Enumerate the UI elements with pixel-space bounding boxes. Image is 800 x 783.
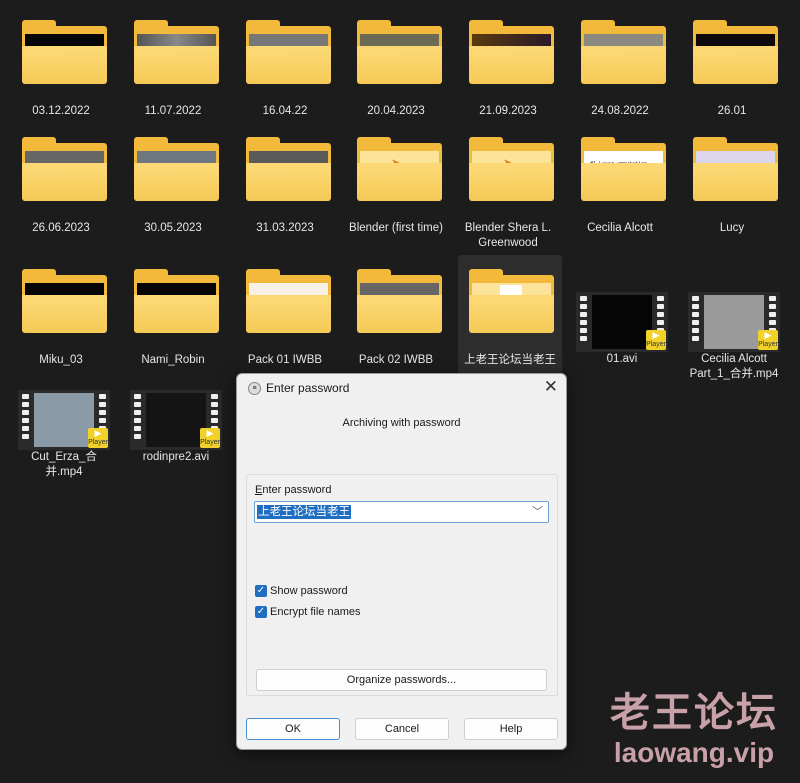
enter-password-dialog: ≡ Enter password ✕ Archiving with passwo… [236, 373, 567, 750]
folder-name: Nami_Robin [141, 354, 205, 366]
password-value: 上老王论坛当老王 [257, 505, 351, 519]
folder-name: 26.01 [717, 105, 747, 117]
encrypt-names-checkbox[interactable]: ✓ Encrypt file names [255, 606, 360, 618]
folder-item[interactable]: Pack 01 IWBB [233, 263, 337, 373]
checkmark-icon: ✓ [255, 606, 267, 618]
video-thumbnail: ▶ Player [18, 390, 110, 450]
folder-name: Pack 01 IWBB [247, 354, 323, 366]
password-label: Enter password [255, 484, 332, 496]
folder-item[interactable]: 03.12.2022 [9, 14, 113, 124]
folder-item[interactable]: 30.05.2023 [121, 131, 225, 241]
folder-icon: ➤ [469, 137, 554, 203]
show-password-label: Show password [270, 585, 348, 597]
cancel-button[interactable]: Cancel [355, 718, 449, 740]
video-file-name: Cecilia Alcott Part_1_合并.mp4 [689, 353, 779, 380]
folder-item[interactable]: 24.08.2022 [568, 14, 672, 124]
folder-item[interactable]: ➤ Blender (first time) [344, 131, 448, 241]
folder-item[interactable]: #1 Laser amputation Cecilia Alcott [568, 131, 672, 241]
folder-name: Blender (first time) [349, 222, 443, 234]
close-icon[interactable]: ✕ [544, 377, 558, 397]
player-badge-icon: ▶ Player [88, 428, 108, 448]
encrypt-names-label: Encrypt file names [270, 606, 361, 618]
folder-icon [22, 137, 107, 203]
ok-button[interactable]: OK [246, 718, 340, 740]
folder-name: 16.04.22 [262, 105, 308, 117]
video-thumbnail: ▶ Player [576, 292, 668, 352]
folder-name: 上老王论坛当老王 [464, 354, 556, 366]
dialog-subtitle: Archiving with password [342, 417, 461, 429]
folder-name: 03.12.2022 [32, 105, 90, 117]
folder-name: 24.08.2022 [591, 105, 649, 117]
folder-item[interactable]: 31.03.2023 [233, 131, 337, 241]
video-thumbnail: ▶ Player [688, 292, 780, 352]
folder-icon [22, 20, 107, 86]
player-badge-icon: ▶ Player [646, 330, 666, 350]
app-icon: ≡ [248, 382, 261, 395]
video-file-name: Cut_Erza_合并.mp4 [31, 451, 97, 478]
folder-icon [134, 137, 219, 203]
video-file-item[interactable]: ▶ Player Cecilia Alcott Part_1_合并.mp4 [682, 292, 786, 387]
folder-icon [246, 137, 331, 203]
password-input[interactable]: 上老王论坛当老王 ﹀ [254, 501, 549, 523]
organize-passwords-button[interactable]: Organize passwords... [256, 669, 547, 691]
video-file-name: 01.avi [606, 353, 638, 365]
folder-icon [134, 269, 219, 335]
video-file-item[interactable]: ▶ Player Cut_Erza_合并.mp4 [12, 390, 116, 485]
folder-name: 20.04.2023 [367, 105, 425, 117]
watermark-en: laowang.vip [613, 737, 775, 768]
folder-item[interactable]: 上老王论坛当老王 [458, 255, 562, 375]
folder-icon [134, 20, 219, 86]
folder-item[interactable]: 26.06.2023 [9, 131, 113, 241]
chevron-down-icon[interactable]: ﹀ [532, 503, 543, 519]
video-file-name: rodinpre2.avi [142, 451, 210, 463]
show-password-checkbox[interactable]: ✓ Show password [255, 585, 348, 597]
watermark: 老王论坛 laowang.vip [610, 690, 778, 770]
folder-icon [357, 269, 442, 335]
folder-icon [469, 20, 554, 86]
folder-name: Cecilia Alcott [587, 222, 653, 234]
folder-name: 30.05.2023 [144, 222, 202, 234]
folder-icon [581, 20, 666, 86]
dialog-title: Enter password [266, 381, 350, 395]
folder-item[interactable]: 11.07.2022 [121, 14, 225, 124]
watermark-cn: 老王论坛 [610, 691, 778, 735]
video-file-item[interactable]: ▶ Player rodinpre2.avi [124, 390, 228, 485]
folder-name: Pack 02 IWBB [358, 354, 434, 366]
video-thumbnail: ▶ Player [130, 390, 222, 450]
folder-item[interactable]: ➤ Blender Shera L. Greenwood [456, 131, 560, 249]
folder-name: Lucy [719, 222, 745, 234]
folder-item[interactable]: 20.04.2023 [344, 14, 448, 124]
help-button[interactable]: Help [464, 718, 558, 740]
folder-icon [693, 20, 778, 86]
folder-item[interactable]: Miku_03 [9, 263, 113, 373]
folder-item[interactable]: 16.04.22 [233, 14, 337, 124]
player-badge-icon: ▶ Player [758, 330, 778, 350]
folder-icon [357, 20, 442, 86]
folder-item[interactable]: Pack 02 IWBB [344, 263, 448, 373]
password-label-text: nter password [262, 484, 332, 496]
folder-name: Blender Shera L. Greenwood [464, 222, 552, 249]
folder-icon [246, 20, 331, 86]
folder-icon [693, 137, 778, 203]
folder-icon: ➤ [357, 137, 442, 203]
folder-name: 11.07.2022 [144, 105, 202, 117]
folder-item[interactable]: 21.09.2023 [456, 14, 560, 124]
folder-icon [246, 269, 331, 335]
folder-name: 31.03.2023 [256, 222, 314, 234]
folder-icon [469, 269, 554, 335]
folder-name: Miku_03 [39, 354, 83, 366]
player-badge-icon: ▶ Player [200, 428, 220, 448]
folder-item[interactable]: Nami_Robin [121, 263, 225, 373]
folder-item[interactable]: 26.01 [680, 14, 784, 124]
video-file-item[interactable]: ▶ Player 01.avi [570, 292, 674, 387]
folder-name: 21.09.2023 [479, 105, 537, 117]
folder-item[interactable]: Lucy [680, 131, 784, 241]
checkmark-icon: ✓ [255, 585, 267, 597]
folder-name: 26.06.2023 [32, 222, 90, 234]
folder-icon: #1 Laser amputation [581, 137, 666, 203]
folder-icon [22, 269, 107, 335]
